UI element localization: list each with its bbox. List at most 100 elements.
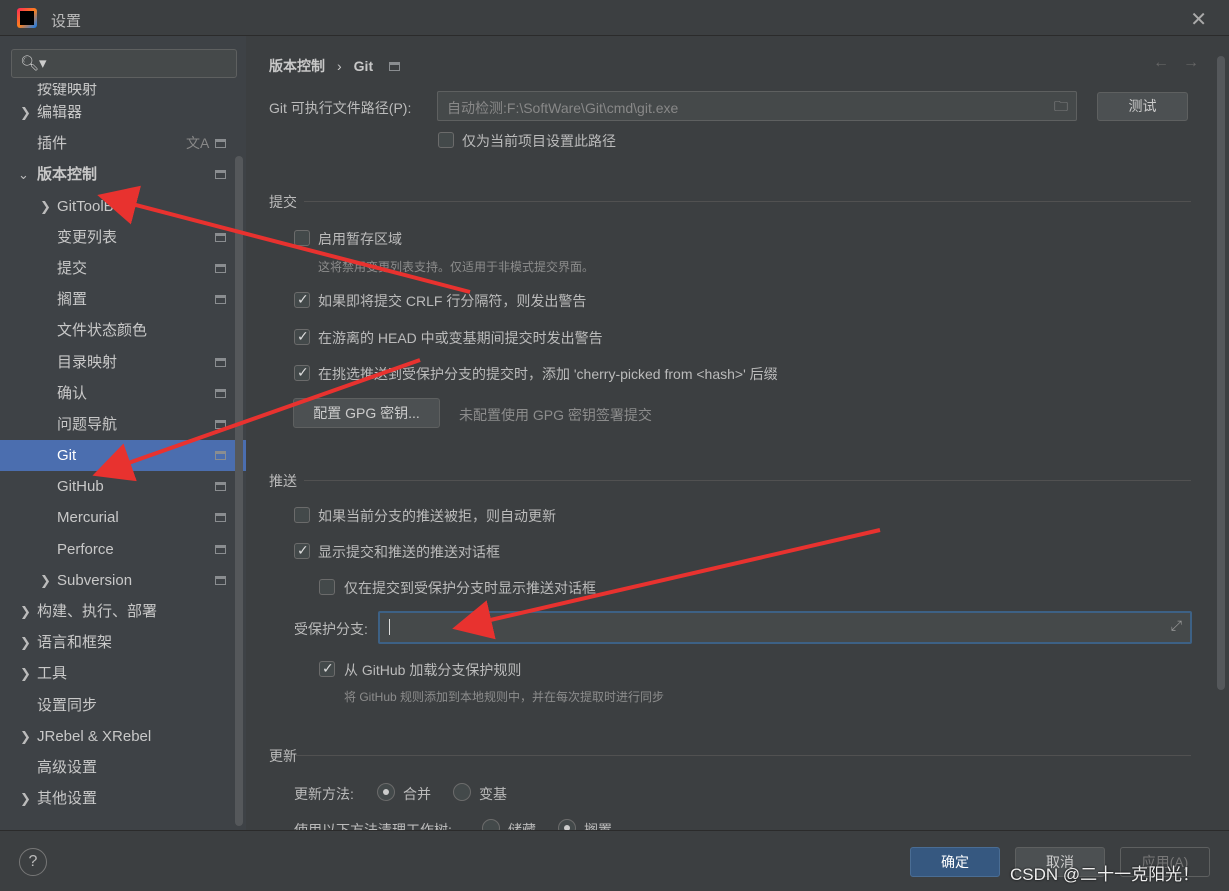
item-label: Mercurial [57,509,119,527]
item-label: 工具 [37,665,68,683]
item-label: 高级设置 [37,758,98,776]
watermark: CSDN @二十一克阳光！ [1010,865,1200,884]
stash-label: 储藏 [508,822,536,830]
sidebar-item-plugins[interactable]: 插件 文A [0,128,246,159]
item-label: GitToolBox [57,197,130,215]
divider [304,480,1191,481]
item-label: 版本控制 [37,166,98,184]
cherry-pick-checkbox[interactable] [294,364,310,381]
item-label: Subversion [57,571,133,589]
search-input[interactable]: 🔍︎▾ [11,49,237,78]
sidebar-item-git[interactable]: Git [0,440,246,472]
item-label: 文件状态颜色 [57,322,148,340]
cherry-pick-label: 在挑选推送到受保护分支的提交时，添加 'cherry-picked from <… [318,366,778,382]
protected-only-checkbox[interactable] [319,579,335,595]
project-settings-icon [389,62,401,71]
sidebar-item-languages[interactable]: ❯ 语言和框架 [0,627,246,658]
sidebar-item-file-status-colors[interactable]: 文件状态颜色 [0,315,246,346]
settings-tree: 按键映射 ❯ 编辑器 插件 文A ⌄ 版本控制 ❯ GitToolBox 变更列表 提交… [0,83,246,814]
load-github-rules-label: 从 GitHub 加载分支保护规则 [344,662,522,678]
project-settings-icon [215,419,226,429]
chevron-right-icon: ❯ [20,105,31,120]
item-label: 搁置 [57,291,88,309]
detached-head-checkbox[interactable] [294,328,310,345]
chevron-right-icon: ❯ [20,604,31,619]
crlf-label: 如果即将提交 CRLF 行分隔符，则发出警告 [318,293,587,309]
sidebar-item-github[interactable]: GitHub [0,471,246,502]
chevron-down-icon: ⌄ [18,167,29,183]
content-scrollbar[interactable] [1217,56,1225,690]
sidebar-item-jrebel[interactable]: ❯ JRebel & XRebel [0,721,246,752]
breadcrumb-current: Git [353,58,374,74]
sidebar-item-editor[interactable]: ❯ 编辑器 [0,97,246,128]
git-path-value: 自动检测:F:\SoftWare\Git\cmd\git.exe [447,100,679,116]
sidebar-item-other[interactable]: ❯ 其他设置 [0,783,246,814]
item-label: 确认 [57,384,88,402]
show-push-dialog-label: 显示提交和推送的推送对话框 [318,544,500,560]
sidebar-item-version-control[interactable]: ⌄ 版本控制 [0,159,246,190]
folder-icon[interactable]: 🗀 [1054,96,1068,120]
chevron-right-icon: ❯ [20,728,31,744]
project-only-label: 仅为当前项目设置此路径 [462,133,616,149]
item-label: 目录映射 [57,353,118,371]
settings-content: 版本控制 › Git ←→ Git 可执行文件路径(P): 自动检测:F:\Soft… [246,36,1229,830]
sidebar-item-perforce[interactable]: Perforce [0,534,246,565]
sidebar-scrollbar[interactable] [235,156,243,826]
git-path-input[interactable]: 自动检测:F:\SoftWare\Git\cmd\git.exe 🗀 [437,91,1077,121]
item-label: GitHub [57,478,104,496]
item-label: 变更列表 [57,228,118,246]
staging-label: 启用暂存区域 [318,231,402,247]
sidebar-item-settings-sync[interactable]: 设置同步 [0,690,246,721]
update-section-title: 更新 [269,748,297,764]
sidebar-item-commit[interactable]: 提交 [0,253,246,284]
sidebar-item-shelf[interactable]: 搁置 [0,284,246,315]
item-label: Git [57,447,77,465]
project-settings-icon [215,170,226,180]
back-arrow-icon[interactable]: ← [1153,54,1183,71]
forward-arrow-icon[interactable]: → [1183,54,1213,71]
show-push-dialog-checkbox[interactable] [294,542,310,559]
sidebar-item-issue-navigation[interactable]: 问题导航 [0,409,246,440]
project-settings-icon [215,575,226,585]
stash-radio[interactable] [482,819,500,830]
crlf-checkbox[interactable] [294,291,310,308]
push-section-title: 推送 [269,473,297,489]
sidebar-item-mercurial[interactable]: Mercurial [0,502,246,533]
breadcrumb-parent[interactable]: 版本控制 [269,58,325,74]
sidebar-item-changelists[interactable]: 变更列表 [0,222,246,253]
sidebar-item-gittoolbox[interactable]: ❯ GitToolBox [0,191,246,222]
item-label: 设置同步 [37,696,98,714]
ok-button[interactable]: 确定 [910,847,1000,877]
item-label: Perforce [57,540,114,558]
sidebar-item-subversion[interactable]: ❯ Subversion [0,565,246,596]
shelve-radio[interactable] [558,819,576,830]
help-button[interactable]: ? [19,848,47,876]
chevron-right-icon: ❯ [20,635,31,651]
expand-icon[interactable]: ⤢ [1171,617,1182,634]
clean-tree-label: 使用以下方法清理工作树: [294,822,452,830]
configure-gpg-button[interactable]: 配置 GPG 密钥... [293,398,440,428]
sidebar-item-build[interactable]: ❯ 构建、执行、部署 [0,596,246,627]
sidebar-item-advanced[interactable]: 高级设置 [0,752,246,783]
auto-update-checkbox[interactable] [294,507,310,523]
merge-radio[interactable] [377,783,395,801]
test-button[interactable]: 测试 [1097,92,1188,121]
rebase-radio[interactable] [453,783,471,801]
sidebar-item-tools[interactable]: ❯ 工具 [0,658,246,689]
sidebar-item-keymap[interactable]: 按键映射 [0,83,246,97]
item-label: 构建、执行、部署 [37,603,158,620]
sidebar-item-directory-mappings[interactable]: 目录映射 [0,347,246,378]
translate-icon: 文A [186,135,210,152]
item-label: JRebel & XRebel [37,727,152,745]
project-settings-icon [215,544,226,554]
sidebar-item-confirmation[interactable]: 确认 [0,378,246,409]
load-github-rules-checkbox[interactable] [319,660,335,677]
update-method-label: 更新方法: [294,786,354,802]
staging-checkbox[interactable] [294,230,310,246]
close-icon[interactable]: ✕ [1190,7,1207,32]
protected-branches-input[interactable]: ⤢ [378,611,1192,644]
intellij-logo-icon [17,8,37,28]
clean-tree-row: 使用以下方法清理工作树: 储藏 搁置 [246,814,1229,830]
protected-only-label: 仅在提交到受保护分支时显示推送对话框 [344,580,596,596]
project-only-checkbox[interactable] [438,132,454,148]
